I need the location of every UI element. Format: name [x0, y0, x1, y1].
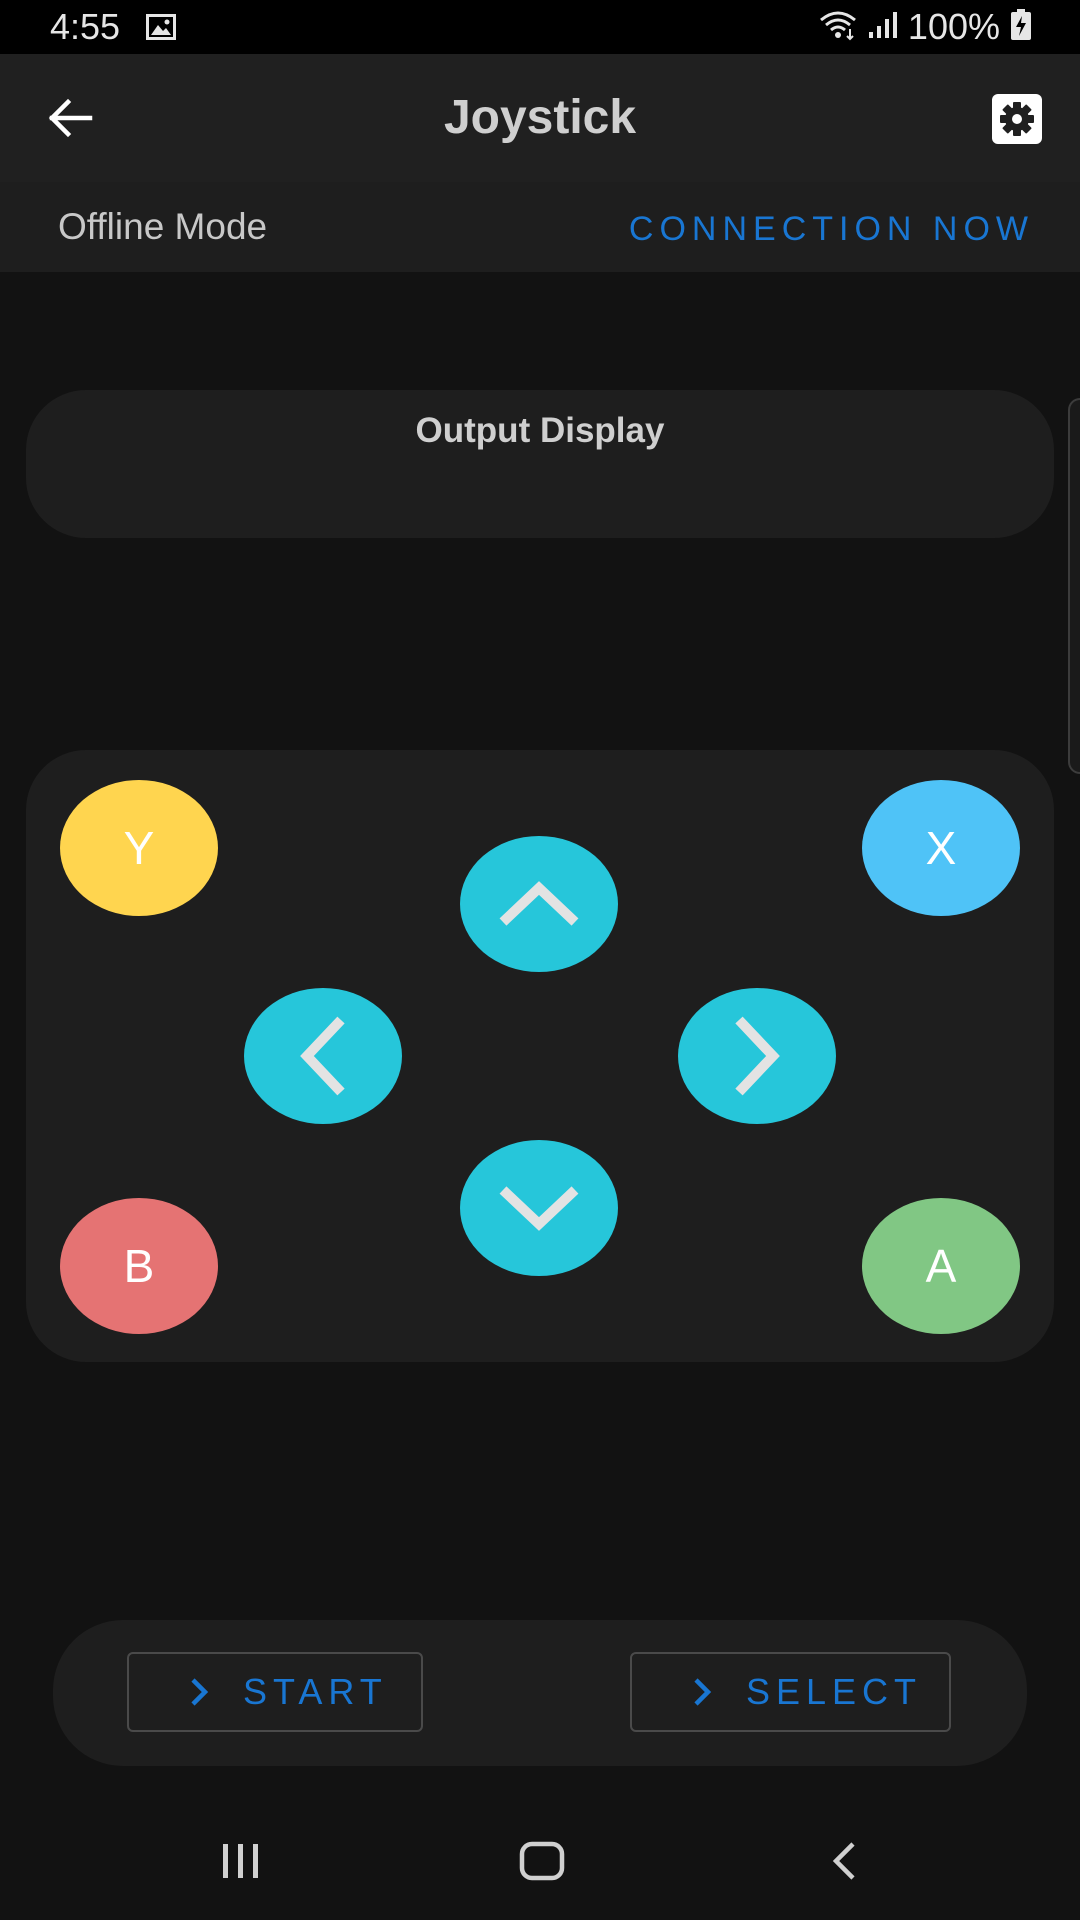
home-button[interactable]: [512, 1840, 572, 1886]
start-button-label: START: [243, 1671, 388, 1712]
chevron-right-icon: [688, 1676, 718, 1708]
signal-icon: [868, 10, 898, 45]
start-button[interactable]: START: [127, 1652, 423, 1732]
home-icon: [519, 1841, 565, 1886]
settings-button[interactable]: [992, 94, 1042, 144]
gamepad-panel: Y X B A: [26, 750, 1054, 1362]
page-title: Joystick: [443, 91, 637, 144]
system-nav-bar: [0, 1800, 1080, 1920]
dpad-left-button[interactable]: [244, 988, 402, 1124]
scroll-handle[interactable]: [1068, 398, 1080, 774]
select-button-label: SELECT: [746, 1671, 923, 1712]
status-indicators: 100%: [818, 6, 1032, 48]
a-button-label: A: [925, 1240, 957, 1292]
connection-mode-label: Offline Mode: [58, 206, 268, 247]
connection-now-button[interactable]: CONNECTION NOW: [629, 208, 1034, 250]
y-button-label: Y: [123, 822, 155, 874]
battery-charging-icon: [1010, 8, 1032, 46]
select-button[interactable]: SELECT: [630, 1652, 951, 1732]
back-icon: [829, 1841, 859, 1886]
chevron-down-icon: [499, 1184, 579, 1232]
control-bar: START SELECT: [53, 1620, 1027, 1766]
chevron-left-icon: [299, 1016, 347, 1096]
y-button[interactable]: Y: [60, 780, 218, 916]
status-bar: 4:55 100%: [0, 0, 1080, 54]
a-button[interactable]: A: [862, 1198, 1020, 1334]
wifi-icon: [818, 9, 858, 46]
gear-icon: [992, 94, 1042, 148]
b-button[interactable]: B: [60, 1198, 218, 1334]
output-display: Output Display: [26, 390, 1054, 538]
x-button-label: X: [925, 822, 957, 874]
recent-apps-icon: [219, 1842, 263, 1885]
dpad-right-button[interactable]: [678, 988, 836, 1124]
chevron-right-icon: [733, 1016, 781, 1096]
b-button-label: B: [123, 1240, 155, 1292]
joystick-screen: 4:55 100% Joystick Offline Mode CONNECTI…: [0, 0, 1080, 1920]
connection-bar: Offline Mode CONNECTION NOW: [0, 182, 1080, 272]
dpad-up-button[interactable]: [460, 836, 618, 972]
chevron-up-icon: [499, 880, 579, 928]
output-display-title: Output Display: [415, 411, 665, 450]
status-time: 4:55: [50, 6, 121, 47]
dpad-down-button[interactable]: [460, 1140, 618, 1276]
system-back-button[interactable]: [814, 1840, 874, 1886]
battery-percent: 100%: [907, 6, 1000, 47]
app-bar: Joystick: [0, 54, 1080, 182]
chevron-right-icon: [185, 1676, 215, 1708]
x-button[interactable]: X: [862, 780, 1020, 916]
recent-apps-button[interactable]: [211, 1840, 271, 1886]
image-icon: [146, 14, 176, 40]
